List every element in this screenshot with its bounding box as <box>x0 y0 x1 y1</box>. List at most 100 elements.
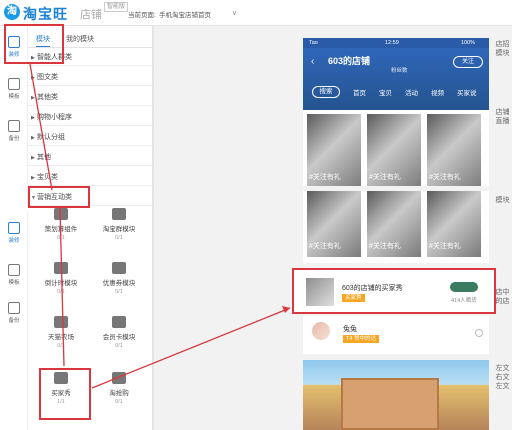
app-logo[interactable]: 淘 淘宝旺铺 <box>4 3 74 42</box>
tab-modules[interactable]: 模块 <box>36 34 50 47</box>
phone-preview: Tao 12:59 100% ‹ 603的店铺 粉丝数 关注 搜索 首页 宝贝 … <box>303 38 489 186</box>
category-item[interactable]: ▶ 智能人群类 <box>28 50 153 66</box>
template-icon <box>8 264 20 276</box>
backup-icon <box>8 302 20 314</box>
category-item-marketing[interactable]: ▼ 营销互动类 <box>28 190 153 206</box>
nav-video[interactable]: 视频 <box>431 87 444 97</box>
tile-label: #关注有礼 <box>369 174 401 181</box>
module-card[interactable]: 天猫农场 0/1 <box>32 316 90 370</box>
nav-reviews[interactable]: 买家说 <box>457 87 477 97</box>
category-item[interactable]: ▶ 其他 <box>28 150 153 166</box>
shop-name: 603的店铺 <box>328 56 371 66</box>
category-item[interactable]: ▶ 购物小程序 <box>28 110 153 126</box>
follow-button[interactable]: 关注 <box>453 56 483 68</box>
current-page-select[interactable]: 手机淘宝店铺首页 <box>159 9 211 19</box>
buyer-show-thumbnail <box>306 278 334 306</box>
module-card[interactable]: 淘抢购 0/1 <box>90 372 148 426</box>
nav-activity[interactable]: 活动 <box>405 87 418 97</box>
category-label: 宝贝类 <box>37 174 58 181</box>
countdown-icon <box>54 262 68 274</box>
category-label: 购物小程序 <box>37 114 72 121</box>
chevron-right-icon[interactable] <box>475 329 483 337</box>
triangle-right-icon: ▶ <box>31 95 35 101</box>
module-card[interactable]: 淘宝群模块 0/1 <box>90 208 148 262</box>
rail-item-decorate[interactable]: 装修 <box>0 30 28 66</box>
rail-label: 模板 <box>8 280 20 286</box>
triangle-right-icon: ▶ <box>31 135 35 141</box>
triangle-right-icon: ▶ <box>31 115 35 121</box>
module-count: 0/1 <box>115 235 123 241</box>
rail-item-backup[interactable]: 备份 <box>0 114 28 150</box>
tab-my-modules[interactable]: 我的模块 <box>66 34 94 44</box>
search-button[interactable]: 搜索 <box>312 86 340 98</box>
side-tab[interactable]: 店铺直播 <box>495 108 510 126</box>
tile-label: #关注有礼 <box>429 243 461 250</box>
nav-products[interactable]: 宝贝 <box>379 87 392 97</box>
module-card[interactable]: 倒计时模块 0/1 <box>32 262 90 316</box>
module-count: 0/1 <box>57 343 65 349</box>
card-count: 414人晒货 <box>451 298 477 304</box>
promo-tile[interactable]: #关注有礼 <box>367 114 421 186</box>
category-item[interactable]: ▶ 图文类 <box>28 70 153 86</box>
module-name: 淘抢购 <box>109 390 129 397</box>
left-rail-lower: 装修 模板 备份 <box>0 212 28 430</box>
triangle-right-icon: ▶ <box>31 55 35 61</box>
buyer-show-card[interactable]: 603的店铺的买家秀 买家秀 414人晒货 <box>292 268 496 314</box>
category-item[interactable]: ▶ 默认分组 <box>28 130 153 146</box>
building-illustration <box>341 378 439 430</box>
module-name: 优惠券模块 <box>102 280 136 287</box>
section-title: 店铺 <box>80 9 102 21</box>
rail-item-decorate[interactable]: 装修 <box>0 216 28 252</box>
avatar-group <box>450 282 478 292</box>
promo-tile[interactable]: #关注有礼 <box>427 114 481 186</box>
status-bar: Tao 12:59 100% <box>303 38 489 48</box>
side-tab[interactable]: 店招模块 <box>495 40 510 58</box>
promo-tile[interactable]: #关注有礼 <box>307 114 361 186</box>
back-icon[interactable]: ‹ <box>311 56 314 67</box>
card-tag: 买家秀 <box>342 294 365 302</box>
module-card[interactable]: 会员卡模块 0/1 <box>90 316 148 370</box>
rail-label: 模板 <box>8 94 20 100</box>
side-tab[interactable]: 左文右文左文 <box>495 364 510 391</box>
chevron-down-icon[interactable]: ∨ <box>232 9 237 17</box>
promo-tile[interactable]: #关注有礼 <box>427 191 481 257</box>
current-page-label: 当前页面: <box>128 12 156 19</box>
triangle-down-icon: ▼ <box>31 195 36 201</box>
module-count: 0/1 <box>57 235 65 241</box>
rail-item-backup[interactable]: 备份 <box>0 296 28 332</box>
nav-home[interactable]: 首页 <box>353 87 366 97</box>
tile-label: #关注有礼 <box>429 174 461 181</box>
promo-tile[interactable]: #关注有礼 <box>367 191 421 257</box>
category-item[interactable]: ▶ 宝贝类 <box>28 170 153 186</box>
side-tab[interactable]: 模块 <box>495 196 510 205</box>
rail-item-template[interactable]: 模板 <box>0 258 28 294</box>
module-name: 会员卡模块 <box>102 334 136 341</box>
category-label: 其他类 <box>37 94 58 101</box>
module-card-buyer-show[interactable]: 买家秀 1/1 <box>32 372 90 426</box>
module-tabs: 模块 我的模块 <box>28 30 153 48</box>
rail-item-template[interactable]: 模板 <box>0 72 28 108</box>
template-icon <box>8 78 20 90</box>
category-label: 智能人群类 <box>37 54 72 61</box>
triangle-right-icon: ▶ <box>31 175 35 181</box>
rail-label: 备份 <box>8 318 20 324</box>
module-count: 0/1 <box>57 289 65 295</box>
card-title: 603的店铺的买家秀 <box>342 285 403 292</box>
promo-tile[interactable]: #关注有礼 <box>307 191 361 257</box>
brush-icon <box>8 36 20 48</box>
review-user-row[interactable]: 兔兔 T4 赞中的达 <box>303 316 489 354</box>
edition-badge: 智能版 <box>104 2 129 12</box>
category-item[interactable]: ▶ 其他类 <box>28 90 153 106</box>
farm-icon <box>54 316 68 328</box>
group-icon <box>112 208 126 220</box>
module-card[interactable]: 策划算组件 0/1 <box>32 208 90 262</box>
side-tab[interactable]: 店中的店 <box>495 288 510 306</box>
category-label: 图文类 <box>37 74 58 81</box>
banner-image[interactable] <box>303 360 489 430</box>
module-name: 策划算组件 <box>44 226 78 233</box>
brush-icon <box>8 222 20 234</box>
top-bar: 淘 淘宝旺铺 店铺 智能版 当前页面: 手机淘宝店铺首页 ∨ <box>0 0 512 42</box>
module-card[interactable]: 优惠券模块 0/1 <box>90 262 148 316</box>
left-rail: 装修 模板 备份 <box>0 26 28 208</box>
user-name: 兔兔 <box>343 326 357 333</box>
